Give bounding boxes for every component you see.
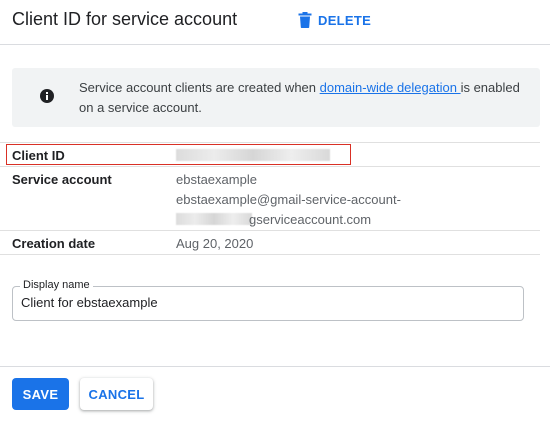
creation-date-label: Creation date [12,236,96,251]
creation-date-value: Aug 20, 2020 [176,236,254,251]
info-icon [39,88,55,104]
banner-text: Service account clients are created when… [79,78,529,118]
delete-button[interactable]: DELETE [298,11,371,29]
row-divider [0,142,540,143]
display-name-label: Display name [20,279,93,291]
display-name-input[interactable] [21,295,511,310]
display-name-field[interactable]: Display name [12,279,524,321]
client-id-label: Client ID [12,148,65,163]
delete-label: DELETE [318,12,372,28]
trash-icon [298,12,312,28]
domain-wide-delegation-link[interactable]: domain-wide delegation [320,80,461,95]
header: Client ID for service account DELETE [0,0,550,45]
row-divider [0,230,540,231]
footer-divider [0,366,550,367]
service-account-name: ebstaexample [176,172,257,187]
save-button[interactable]: SAVE [12,378,69,410]
client-id-redacted [176,149,330,161]
service-account-redacted [176,213,252,225]
row-divider [0,254,540,255]
row-divider [0,166,540,167]
page-title: Client ID for service account [12,9,238,29]
service-account-label: Service account [12,172,112,187]
banner-text-before: Service account clients are created when [79,80,320,95]
service-account-email: ebstaexample@gmail-service-account- [176,192,401,207]
info-banner: Service account clients are created when… [12,68,540,127]
service-account-domain: gserviceaccount.com [249,212,372,227]
cancel-button[interactable]: CANCEL [80,378,153,410]
